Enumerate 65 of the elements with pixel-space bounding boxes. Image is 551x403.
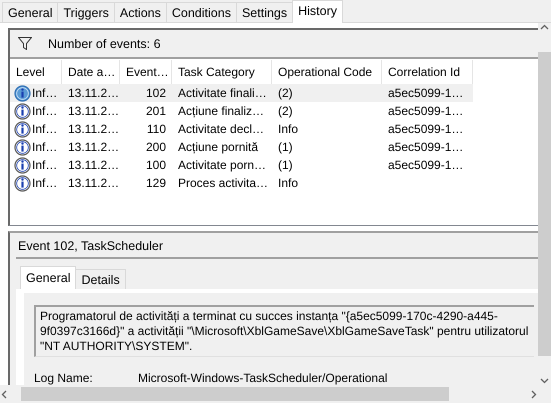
table-cell-text: 200 [144, 139, 167, 156]
tab[interactable]: General [20, 266, 76, 289]
table-cell[interactable]: Inf… [10, 174, 62, 192]
table-cell-text: Activitate porn… [177, 157, 268, 174]
table-cell-text: a5ec5099-1… [387, 157, 464, 174]
table-cell-text: (1) [277, 139, 294, 156]
level-text: Inf… [32, 176, 58, 190]
field-value: Microsoft-Windows-TaskScheduler/Operational [138, 371, 388, 385]
tab[interactable]: History [292, 0, 344, 23]
table-cell: 102 [120, 84, 172, 102]
table-cell[interactable]: Inf… [10, 120, 62, 138]
level-text: Inf… [32, 104, 58, 118]
table-cell-text: (2) [277, 103, 294, 120]
scroll-left-icon[interactable] [0, 390, 9, 398]
table-cell-text: Info [277, 175, 300, 192]
table-cell: Activitate finali… [172, 84, 272, 102]
info-icon [14, 84, 31, 102]
table-cell-text: Info [277, 121, 300, 138]
table-cell-text: Acțiune pornită [177, 139, 260, 156]
table-cell[interactable]: Inf… [10, 84, 62, 102]
table-cell-text: (1) [277, 157, 294, 174]
level-text: Inf… [32, 140, 58, 154]
event-title: Event 102, TaskScheduler [16, 237, 538, 259]
table-cell-text: 13.11.2… [67, 175, 120, 192]
tab[interactable]: General [2, 2, 58, 22]
tab[interactable]: Details [75, 269, 126, 289]
table-cell-text: 13.11.2… [67, 121, 120, 138]
info-icon [14, 120, 31, 138]
info-icon [14, 174, 31, 192]
info-icon [14, 102, 31, 120]
table-cell: a5ec5099-1… [382, 84, 473, 102]
scrollbar-thumb[interactable] [21, 387, 449, 401]
table-cell: 13.11.2… [62, 84, 120, 102]
table-cell-text: 110 [146, 121, 167, 138]
table-cell-text: 100 [144, 157, 167, 174]
field-label: Log Name: [34, 371, 94, 385]
table-cell-text: 13.11.2… [67, 103, 120, 120]
table-cell-text: 13.11.2… [67, 157, 120, 174]
table-cell: (2) [272, 84, 382, 102]
scroll-right-icon[interactable] [529, 390, 538, 398]
scrollbar-thumb[interactable] [538, 52, 551, 356]
table-cell[interactable]: Inf… [10, 138, 62, 156]
scroll-up-icon[interactable] [540, 23, 549, 32]
tab[interactable]: Settings [236, 2, 294, 22]
scroll-down-icon[interactable] [540, 376, 549, 385]
table-cell[interactable]: Inf… [10, 102, 62, 120]
event-description: Programatorul de activități a terminat cu succes instanța "{a5ec5099-170c-4290-a445-9f0397c3166d}" a activității "\Microsoft\XblGameSave\XblGameSaveTask" pentru utilizatorul "NT AUTHORITY\SYSTEM". [34, 305, 534, 357]
filter-icon[interactable] [18, 37, 32, 50]
table-cell-text: a5ec5099-1… [387, 139, 464, 156]
table-cell-text: Proces activita… [177, 175, 270, 192]
table-cell-text: 129 [144, 175, 167, 192]
info-icon [14, 156, 31, 174]
level-text: Inf… [32, 158, 58, 172]
table-cell-text: 13.11.2… [67, 139, 120, 156]
event-count: Number of events: 6 [48, 36, 161, 50]
level-text: Inf… [32, 86, 58, 100]
table-cell-text: 201 [144, 103, 167, 120]
table-cell-text: a5ec5099-1… [387, 121, 464, 138]
table-cell[interactable]: Inf… [10, 156, 62, 174]
table-cell-text: Activitate decl… [177, 121, 266, 138]
table-cell-text: a5ec5099-1… [387, 103, 464, 120]
tab[interactable]: Triggers [57, 2, 115, 22]
table-cell-text: Acțiune finaliz… [177, 103, 266, 120]
level-text: Inf… [32, 122, 58, 136]
info-icon [14, 138, 31, 156]
